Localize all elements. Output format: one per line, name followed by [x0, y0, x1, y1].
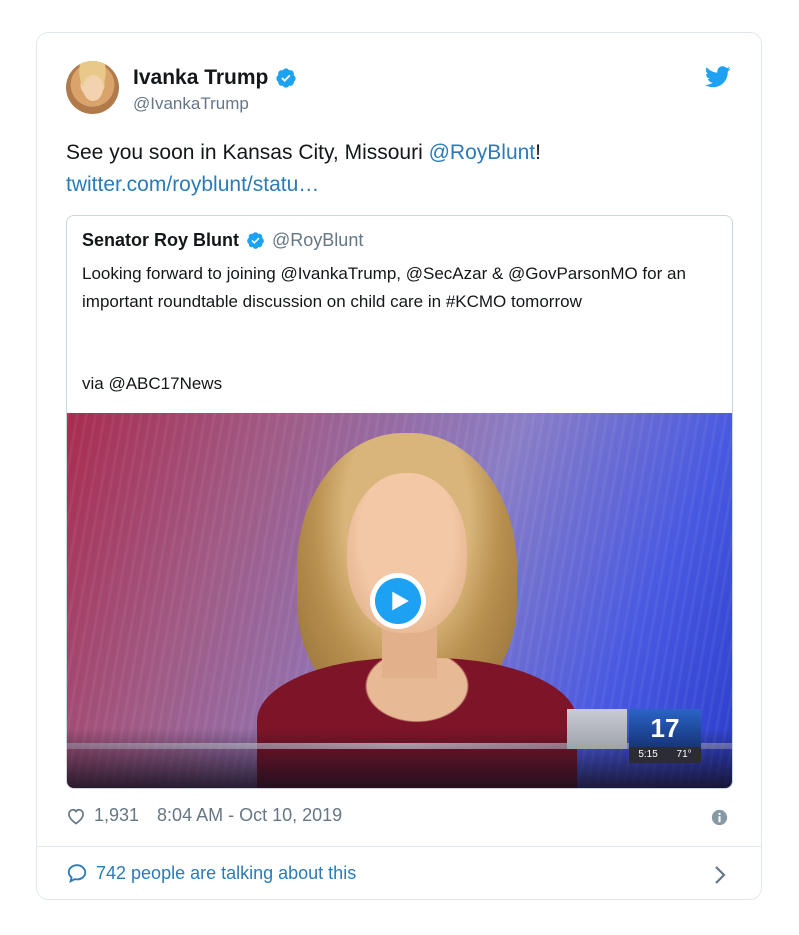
- tweet-timestamp[interactable]: 8:04 AM - Oct 10, 2019: [157, 805, 342, 826]
- talking-about-link[interactable]: 742 people are talking about this: [66, 862, 356, 884]
- avatar-face: [83, 75, 103, 101]
- video-thumbnail[interactable]: 17 5:15 71°: [67, 413, 732, 788]
- verified-badge-icon: [275, 67, 297, 89]
- twitter-bird-icon[interactable]: [705, 66, 731, 88]
- author-avatar[interactable]: [66, 61, 119, 114]
- station-time: 5:15: [638, 749, 658, 760]
- station-temp: 71°: [676, 749, 692, 760]
- chevron-right-icon[interactable]: [713, 864, 727, 886]
- author-handle[interactable]: @IvankaTrump: [133, 94, 249, 114]
- tweet-text-before: See you soon in Kansas City, Missouri: [66, 141, 429, 164]
- footer-divider: [37, 846, 761, 847]
- like-count[interactable]: 1,931: [94, 805, 139, 826]
- play-button-circle: [375, 578, 421, 624]
- embedded-tweet-card: Ivanka Trump @IvankaTrump See you soon i…: [36, 32, 762, 900]
- chat-bubble-icon: [66, 862, 88, 884]
- info-icon[interactable]: [711, 809, 728, 826]
- quoted-author-name[interactable]: Senator Roy Blunt: [82, 230, 239, 251]
- quoted-author-row: Senator Roy Blunt @RoyBlunt: [82, 230, 363, 251]
- quoted-tweet[interactable]: Senator Roy Blunt @RoyBlunt Looking forw…: [66, 215, 733, 789]
- quoted-tweet-via: via @ABC17News: [82, 374, 223, 393]
- tweet-text-after: !: [535, 141, 541, 164]
- quoted-tweet-text: Looking forward to joining @IvankaTrump,…: [82, 264, 686, 311]
- heart-icon[interactable]: [66, 806, 86, 826]
- tweet-text: See you soon in Kansas City, Missouri @R…: [66, 137, 726, 201]
- quoted-author-handle: @RoyBlunt: [272, 230, 364, 250]
- tweet-footer: 1,931 8:04 AM - Oct 10, 2019: [66, 805, 342, 826]
- station-time-temp: 5:15 71°: [629, 747, 701, 763]
- mention-link[interactable]: @RoyBlunt: [429, 141, 536, 164]
- author-name-row[interactable]: Ivanka Trump: [133, 66, 297, 90]
- station-logo: 17: [629, 709, 701, 747]
- station-bug-panel: [567, 709, 627, 749]
- play-button[interactable]: [370, 573, 426, 629]
- talking-about-label[interactable]: 742 people are talking about this: [96, 863, 356, 884]
- verified-badge-icon: [246, 231, 265, 250]
- author-name[interactable]: Ivanka Trump: [133, 66, 268, 90]
- play-icon: [392, 591, 409, 611]
- tweet-url-link[interactable]: twitter.com/royblunt/statu…: [66, 173, 319, 196]
